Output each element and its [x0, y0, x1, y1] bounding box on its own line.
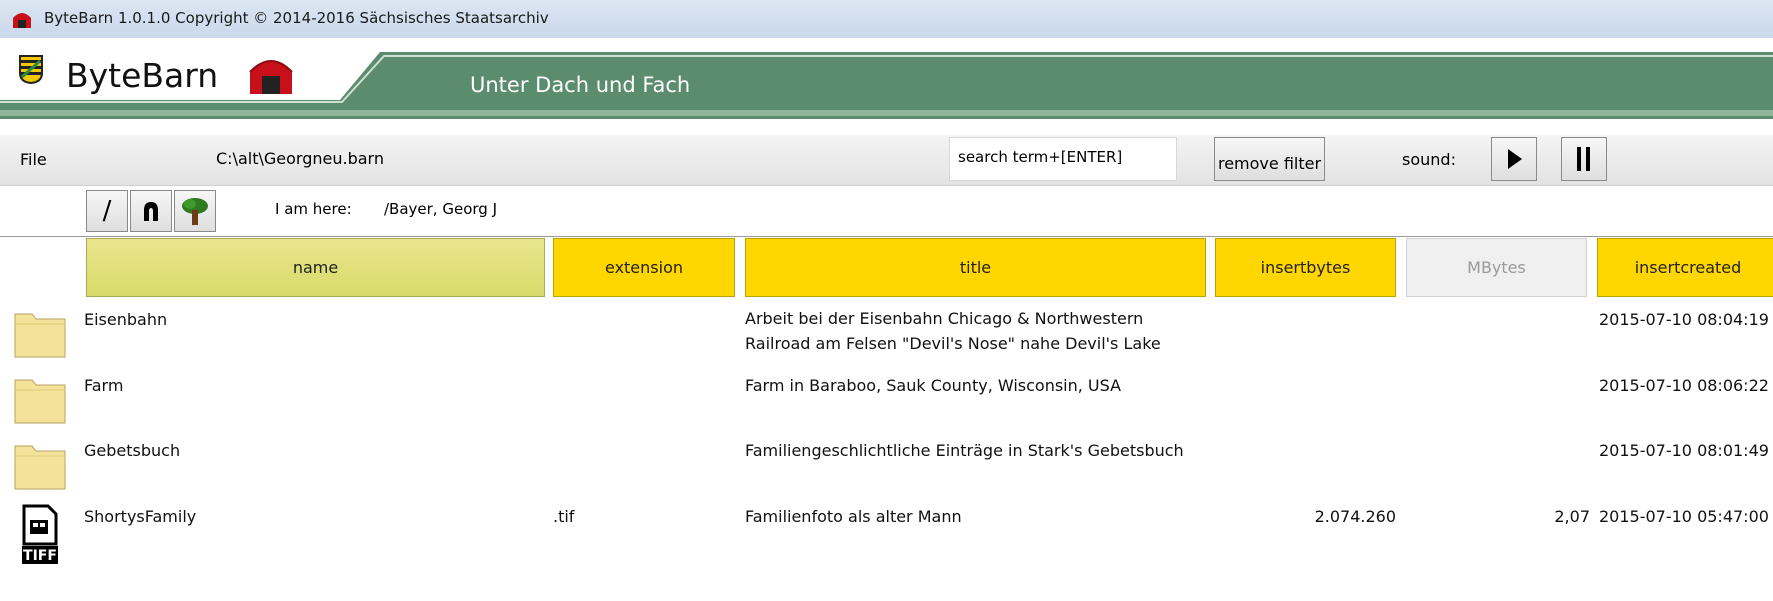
nav-up-button[interactable]: [130, 190, 172, 232]
nav-tree-button[interactable]: [174, 190, 216, 232]
app-barn-icon: [13, 13, 31, 28]
column-header-name[interactable]: name: [86, 238, 545, 297]
search-input[interactable]: search term+[ENTER]: [949, 137, 1177, 181]
column-header-insertcreated[interactable]: insertcreated: [1597, 238, 1773, 297]
row-insertcreated: 2015-07-10 08:06:22: [1599, 376, 1769, 395]
pause-icon: [1577, 147, 1590, 171]
folder-icon: [14, 379, 66, 424]
column-header-title[interactable]: title: [745, 238, 1206, 297]
window-title: ByteBarn 1.0.1.0 Copyright © 2014-2016 S…: [44, 9, 549, 27]
remove-filter-button[interactable]: remove filter: [1214, 137, 1325, 181]
brand-title: ByteBarn: [66, 56, 219, 95]
pause-button[interactable]: [1561, 137, 1607, 181]
location-label: I am here:: [275, 200, 352, 218]
folder-icon: [14, 445, 66, 490]
row-title-line1: Arbeit bei der Eisenbahn Chicago & North…: [745, 309, 1144, 328]
header-divider: [0, 236, 1773, 237]
row-title: Farm in Baraboo, Sauk County, Wisconsin,…: [745, 376, 1122, 395]
column-header-extension[interactable]: extension: [553, 238, 735, 297]
row-name: ShortysFamily: [84, 507, 197, 526]
tree-icon: [182, 198, 208, 225]
root-slash-icon: /: [102, 196, 112, 226]
play-icon: [1508, 149, 1522, 169]
row-insertcreated: 2015-07-10 05:47:00: [1599, 507, 1769, 526]
folder-icon: [14, 313, 66, 358]
column-header-mbytes[interactable]: MBytes: [1406, 238, 1587, 297]
row-mbytes: 2,07: [1554, 507, 1590, 526]
row-name: Gebetsbuch: [84, 441, 181, 460]
row-title: Familienfoto als alter Mann: [745, 507, 962, 526]
sound-label: sound:: [1402, 150, 1456, 169]
menu-toolbar: File C:\alt\Georgneu.barn search term+[E…: [0, 135, 1773, 186]
svg-text:TIFF: TIFF: [23, 548, 57, 564]
window-titlebar: ByteBarn 1.0.1.0 Copyright © 2014-2016 S…: [0, 0, 1773, 39]
play-button[interactable]: [1491, 137, 1537, 181]
current-file-path: C:\alt\Georgneu.barn: [216, 149, 384, 168]
row-extension: .tif: [553, 507, 575, 526]
location-path: /Bayer, Georg J: [384, 200, 497, 218]
row-name: Eisenbahn: [84, 310, 168, 329]
saxony-crest-icon: [19, 55, 43, 84]
row-title: Familiengeschlichtliche Einträge in Star…: [745, 441, 1184, 460]
nav-root-button[interactable]: /: [86, 190, 128, 232]
row-title-line2: Railroad am Felsen "Devil's Nose" nahe D…: [745, 334, 1161, 353]
barn-logo-icon: [249, 60, 293, 94]
row-insertcreated: 2015-07-10 08:04:19: [1599, 310, 1769, 329]
tiff-file-icon: TIFF: [22, 504, 58, 564]
banner-motto: Unter Dach und Fach: [470, 73, 691, 97]
row-insertcreated: 2015-07-10 08:01:49: [1599, 441, 1769, 460]
menu-file[interactable]: File: [20, 150, 47, 169]
column-header-insertbytes[interactable]: insertbytes: [1215, 238, 1396, 297]
row-name: Farm: [84, 376, 124, 395]
up-arch-icon: [144, 202, 158, 221]
row-insertbytes: 2.074.260: [1314, 507, 1396, 526]
